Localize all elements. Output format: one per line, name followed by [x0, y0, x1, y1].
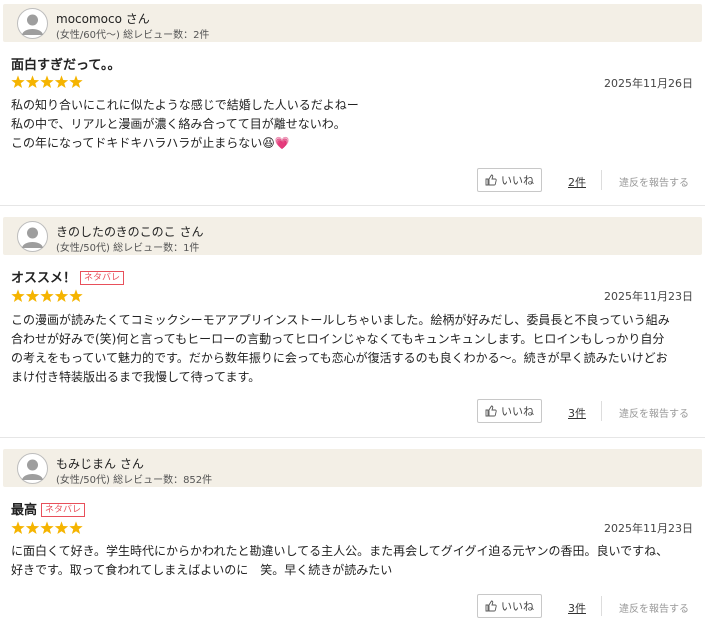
reviewer-header: もみじまん さん (女性/50代) 総レビュー数：852件 [3, 449, 702, 487]
user-avatar-icon [17, 453, 48, 484]
divider [0, 437, 705, 438]
star-icon [54, 289, 69, 303]
review-line: に面白くて好き。学生時代にからかわれたと勘違いしてる主人公。また再会してグイグイ… [11, 544, 669, 558]
reviewer-name[interactable]: きのしたのきのこのこ さん [56, 223, 203, 240]
star-icon [11, 75, 25, 89]
reviewer-name[interactable]: もみじまん さん [56, 455, 144, 472]
report-link[interactable]: 違反を報告する [619, 405, 689, 420]
like-count-link[interactable]: 2件 [568, 174, 586, 190]
star-icon [25, 289, 40, 303]
review-body: 私の知り合いにこれに似たような感じで結婚した人いるだよねー 私の中で、リアルと漫… [11, 96, 699, 153]
reviewer-header: mocomoco さん (女性/60代〜) 総レビュー数：2件 [3, 4, 702, 42]
like-label: いいね [501, 174, 534, 187]
review-line: 私の知り合いにこれに似たような感じで結婚した人いるだよねー [11, 98, 359, 112]
review-date: 2025年11月23日 [604, 290, 693, 303]
like-button[interactable]: いいね [477, 594, 542, 618]
review-body: この漫画が読みたくてコミックシーモアアプリインストールしちゃいました。絵柄が好み… [11, 311, 699, 387]
star-icon [25, 75, 40, 89]
star-icon [40, 521, 54, 535]
reviewer-header: きのしたのきのこのこ さん (女性/50代) 総レビュー数：1件 [3, 217, 702, 255]
review-line: この年になってドキドキハラハラが止まらない😆💗 [11, 136, 290, 150]
like-count-link[interactable]: 3件 [568, 600, 586, 616]
star-icon [11, 289, 25, 303]
star-icon [25, 521, 40, 535]
review-title: 面白すぎだって。。 [11, 58, 121, 73]
divider [0, 205, 705, 206]
star-icon [69, 289, 83, 303]
star-icon [69, 75, 83, 89]
separator [601, 170, 602, 190]
star-rating [11, 75, 83, 89]
star-icon [40, 75, 54, 89]
review-date: 2025年11月23日 [604, 522, 693, 535]
review-line: 好きです。取って食われてしまえばよいのに 笑。早く続きが読みたい [11, 563, 393, 577]
like-count-link[interactable]: 3件 [568, 405, 586, 421]
report-link[interactable]: 違反を報告する [619, 174, 689, 189]
reviewer-meta: (女性/60代〜) 総レビュー数：2件 [56, 30, 210, 41]
review-line: の考えをもっていて魅力的です。だから数年振りに会っても恋心が復活するのも良くわか… [11, 351, 668, 365]
reviewer-meta: (女性/50代) 総レビュー数：852件 [56, 475, 213, 486]
like-label: いいね [501, 405, 534, 418]
review-line: 合わせが好みで(笑)何と言ってもヒーローの言動ってヒロインじゃなくてもキュンキュ… [11, 332, 665, 346]
report-link[interactable]: 違反を報告する [619, 600, 689, 615]
review-line: 私の中で、リアルと漫画が濃く絡み合ってて目が離せないわ。 [11, 117, 346, 131]
star-icon [69, 521, 83, 535]
user-avatar-icon [17, 221, 48, 252]
like-button[interactable]: いいね [477, 168, 542, 192]
user-avatar-icon [17, 8, 48, 39]
review-body: に面白くて好き。学生時代にからかわれたと勘違いしてる主人公。また再会してグイグイ… [11, 542, 699, 580]
review-line: この漫画が読みたくてコミックシーモアアプリインストールしちゃいました。絵柄が好み… [11, 313, 670, 327]
star-icon [54, 521, 69, 535]
star-rating [11, 521, 83, 535]
separator [601, 596, 602, 616]
review-title: オススメ！ ネタバレ [11, 267, 125, 286]
like-button[interactable]: いいね [477, 399, 542, 423]
thumbs-up-icon [485, 174, 497, 186]
spoiler-badge: ネタバレ [41, 503, 86, 517]
star-rating [11, 289, 83, 303]
thumbs-up-icon [485, 405, 497, 417]
reviewer-name[interactable]: mocomoco さん [56, 10, 150, 27]
star-icon [54, 75, 69, 89]
star-icon [11, 521, 25, 535]
star-icon [40, 289, 54, 303]
reviewer-meta: (女性/50代) 総レビュー数：1件 [56, 243, 200, 254]
review-date: 2025年11月26日 [604, 77, 693, 90]
review-title: 最高 ネタバレ [11, 499, 86, 518]
spoiler-badge: ネタバレ [80, 271, 125, 285]
like-label: いいね [501, 600, 534, 613]
separator [601, 401, 602, 421]
thumbs-up-icon [485, 600, 497, 612]
review-line: まけ付き特装版出るまで我慢して待ってます。 [11, 370, 261, 384]
